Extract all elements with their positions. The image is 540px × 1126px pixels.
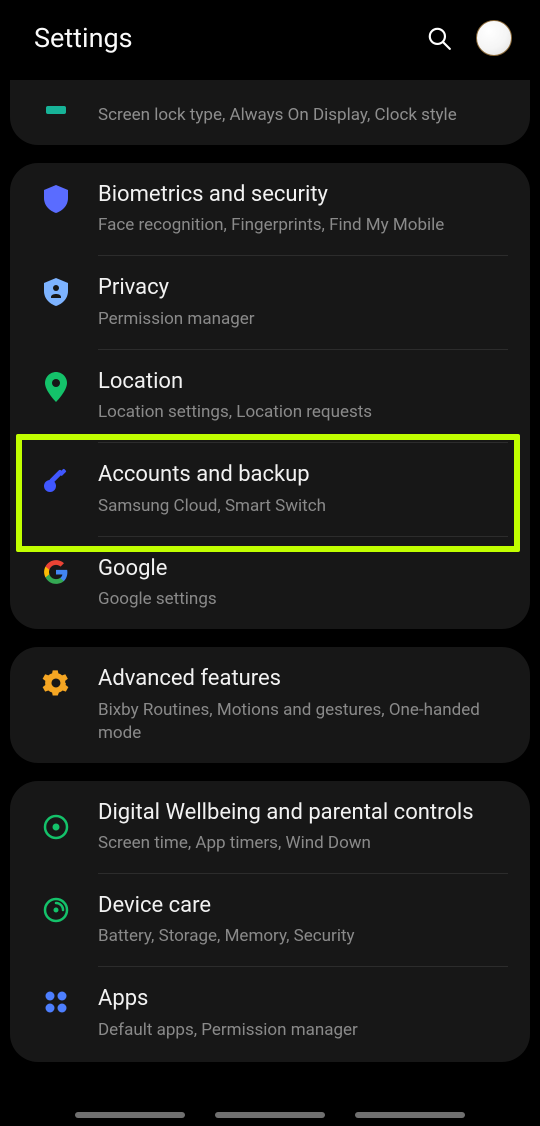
item-subtitle: Bixby Routines, Motions and gestures, On… xyxy=(98,699,510,745)
wellbeing-icon xyxy=(32,799,80,841)
item-title: Digital Wellbeing and parental controls xyxy=(98,799,510,827)
item-title: Privacy xyxy=(98,274,510,302)
settings-item-digital-wellbeing[interactable]: Digital Wellbeing and parental controls … xyxy=(10,781,530,873)
privacy-icon xyxy=(32,274,80,306)
item-subtitle: Default apps, Permission manager xyxy=(98,1019,510,1042)
page-title: Settings xyxy=(34,22,133,54)
item-subtitle: Samsung Cloud, Smart Switch xyxy=(98,495,510,518)
gear-icon xyxy=(32,665,80,697)
nav-recents[interactable] xyxy=(75,1112,185,1118)
settings-group: Advanced features Bixby Routines, Motion… xyxy=(10,647,530,762)
settings-item-location[interactable]: Location Location settings, Location req… xyxy=(10,350,530,442)
search-icon[interactable] xyxy=(426,25,452,51)
settings-item-accounts-backup[interactable]: Accounts and backup Samsung Cloud, Smart… xyxy=(10,443,530,535)
item-subtitle: Google settings xyxy=(98,588,510,611)
lockscreen-icon xyxy=(32,104,80,114)
settings-item-apps[interactable]: Apps Default apps, Permission manager xyxy=(10,967,530,1059)
settings-item-lockscreen[interactable]: Screen lock type, Always On Display, Clo… xyxy=(10,86,530,145)
device-care-icon xyxy=(32,892,80,924)
location-pin-icon xyxy=(32,368,80,402)
item-title: Location xyxy=(98,368,510,396)
key-icon xyxy=(32,461,80,495)
item-title: Accounts and backup xyxy=(98,461,510,489)
item-subtitle: Screen lock type, Always On Display, Clo… xyxy=(98,104,510,127)
item-title: Google xyxy=(98,555,510,583)
settings-group: Screen lock type, Always On Display, Clo… xyxy=(10,80,530,145)
nav-bar xyxy=(0,1112,540,1118)
item-subtitle: Screen time, App timers, Wind Down xyxy=(98,832,510,855)
header-actions xyxy=(426,20,512,56)
shield-icon xyxy=(32,181,80,213)
item-title: Biometrics and security xyxy=(98,181,510,209)
avatar[interactable] xyxy=(476,20,512,56)
settings-item-biometrics[interactable]: Biometrics and security Face recognition… xyxy=(10,163,530,255)
settings-item-privacy[interactable]: Privacy Permission manager xyxy=(10,256,530,348)
item-title: Device care xyxy=(98,892,510,920)
item-subtitle: Permission manager xyxy=(98,308,510,331)
settings-group: Digital Wellbeing and parental controls … xyxy=(10,781,530,1062)
settings-item-device-care[interactable]: Device care Battery, Storage, Memory, Se… xyxy=(10,874,530,966)
item-subtitle: Face recognition, Fingerprints, Find My … xyxy=(98,214,510,237)
settings-item-google[interactable]: Google Google settings xyxy=(10,537,530,629)
item-title: Advanced features xyxy=(98,665,510,693)
item-title: Apps xyxy=(98,985,510,1013)
item-subtitle: Location settings, Location requests xyxy=(98,401,510,424)
google-icon xyxy=(32,555,80,585)
item-subtitle: Battery, Storage, Memory, Security xyxy=(98,925,510,948)
settings-item-advanced-features[interactable]: Advanced features Bixby Routines, Motion… xyxy=(10,647,530,762)
header: Settings xyxy=(0,0,540,80)
apps-grid-icon xyxy=(32,985,80,1015)
nav-home[interactable] xyxy=(215,1112,325,1118)
nav-back[interactable] xyxy=(355,1112,465,1118)
settings-group: Biometrics and security Face recognition… xyxy=(10,163,530,629)
